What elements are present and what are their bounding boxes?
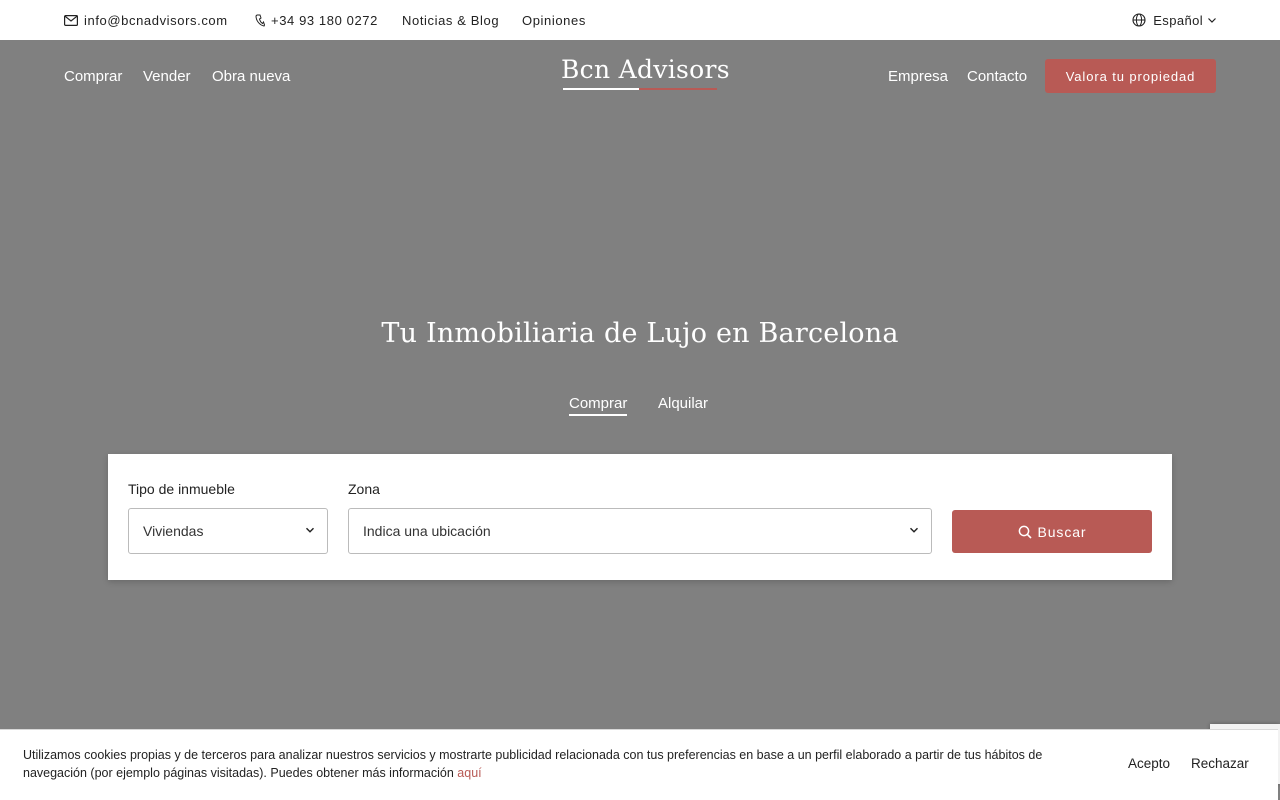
property-type-label: Tipo de inmueble bbox=[128, 481, 235, 497]
logo-underline bbox=[563, 88, 639, 90]
zone-label: Zona bbox=[348, 481, 380, 497]
chevron-down-icon bbox=[1208, 17, 1216, 23]
nav-empresa[interactable]: Empresa bbox=[888, 40, 948, 112]
zone-value: Indica una ubicación bbox=[363, 523, 491, 539]
property-type-value: Viviendas bbox=[143, 523, 204, 539]
reject-cookies-button[interactable]: Rechazar bbox=[1191, 756, 1249, 771]
nav-comprar[interactable]: Comprar bbox=[64, 40, 122, 112]
opinions-link[interactable]: Opiniones bbox=[522, 0, 586, 40]
logo-text: Bcn Advisors bbox=[561, 55, 730, 84]
nav-obra-nueva[interactable]: Obra nueva bbox=[212, 40, 290, 112]
blog-link[interactable]: Noticias & Blog bbox=[402, 0, 499, 40]
top-bar: info@bcnadvisors.com +34 93 180 0272 Not… bbox=[0, 0, 1280, 40]
chevron-down-icon bbox=[909, 525, 919, 535]
cookie-message: Utilizamos cookies propias y de terceros… bbox=[23, 748, 1043, 780]
tab-alquilar[interactable]: Alquilar bbox=[658, 394, 708, 416]
mail-icon bbox=[64, 14, 78, 26]
chevron-down-icon bbox=[305, 525, 315, 535]
nav-vender[interactable]: Vender bbox=[143, 40, 191, 112]
cookie-banner: Utilizamos cookies propias y de terceros… bbox=[0, 729, 1278, 800]
accept-cookies-button[interactable]: Acepto bbox=[1128, 756, 1170, 771]
globe-icon bbox=[1132, 13, 1146, 27]
logo[interactable]: Bcn Advisors bbox=[561, 54, 730, 94]
cookie-info-link[interactable]: aquí bbox=[457, 766, 481, 780]
language-selector[interactable]: Español bbox=[1132, 0, 1216, 40]
logo-underline-accent bbox=[639, 88, 717, 90]
hero-title: Tu Inmobiliaria de Lujo en Barcelona bbox=[381, 318, 899, 349]
nav-contacto[interactable]: Contacto bbox=[967, 40, 1027, 112]
search-card: Tipo de inmueble Viviendas Zona Indica u… bbox=[108, 454, 1172, 580]
language-label: Español bbox=[1153, 12, 1203, 28]
cookie-text: Utilizamos cookies propias y de terceros… bbox=[23, 746, 1103, 782]
search-button-label: Buscar bbox=[1037, 523, 1087, 540]
search-icon bbox=[1018, 525, 1032, 539]
tab-comprar[interactable]: Comprar bbox=[569, 394, 628, 416]
search-button[interactable]: Buscar bbox=[952, 510, 1152, 553]
zone-select[interactable]: Indica una ubicación bbox=[348, 508, 932, 554]
phone-text: +34 93 180 0272 bbox=[271, 12, 378, 28]
phone-link[interactable]: +34 93 180 0272 bbox=[255, 0, 378, 40]
valuation-button[interactable]: Valora tu propiedad bbox=[1045, 59, 1216, 93]
property-type-select[interactable]: Viviendas bbox=[128, 508, 328, 554]
phone-icon bbox=[255, 14, 265, 27]
email-link[interactable]: info@bcnadvisors.com bbox=[64, 0, 228, 40]
hero-tabs: Comprar Alquilar bbox=[0, 394, 1280, 418]
email-text: info@bcnadvisors.com bbox=[84, 12, 228, 28]
